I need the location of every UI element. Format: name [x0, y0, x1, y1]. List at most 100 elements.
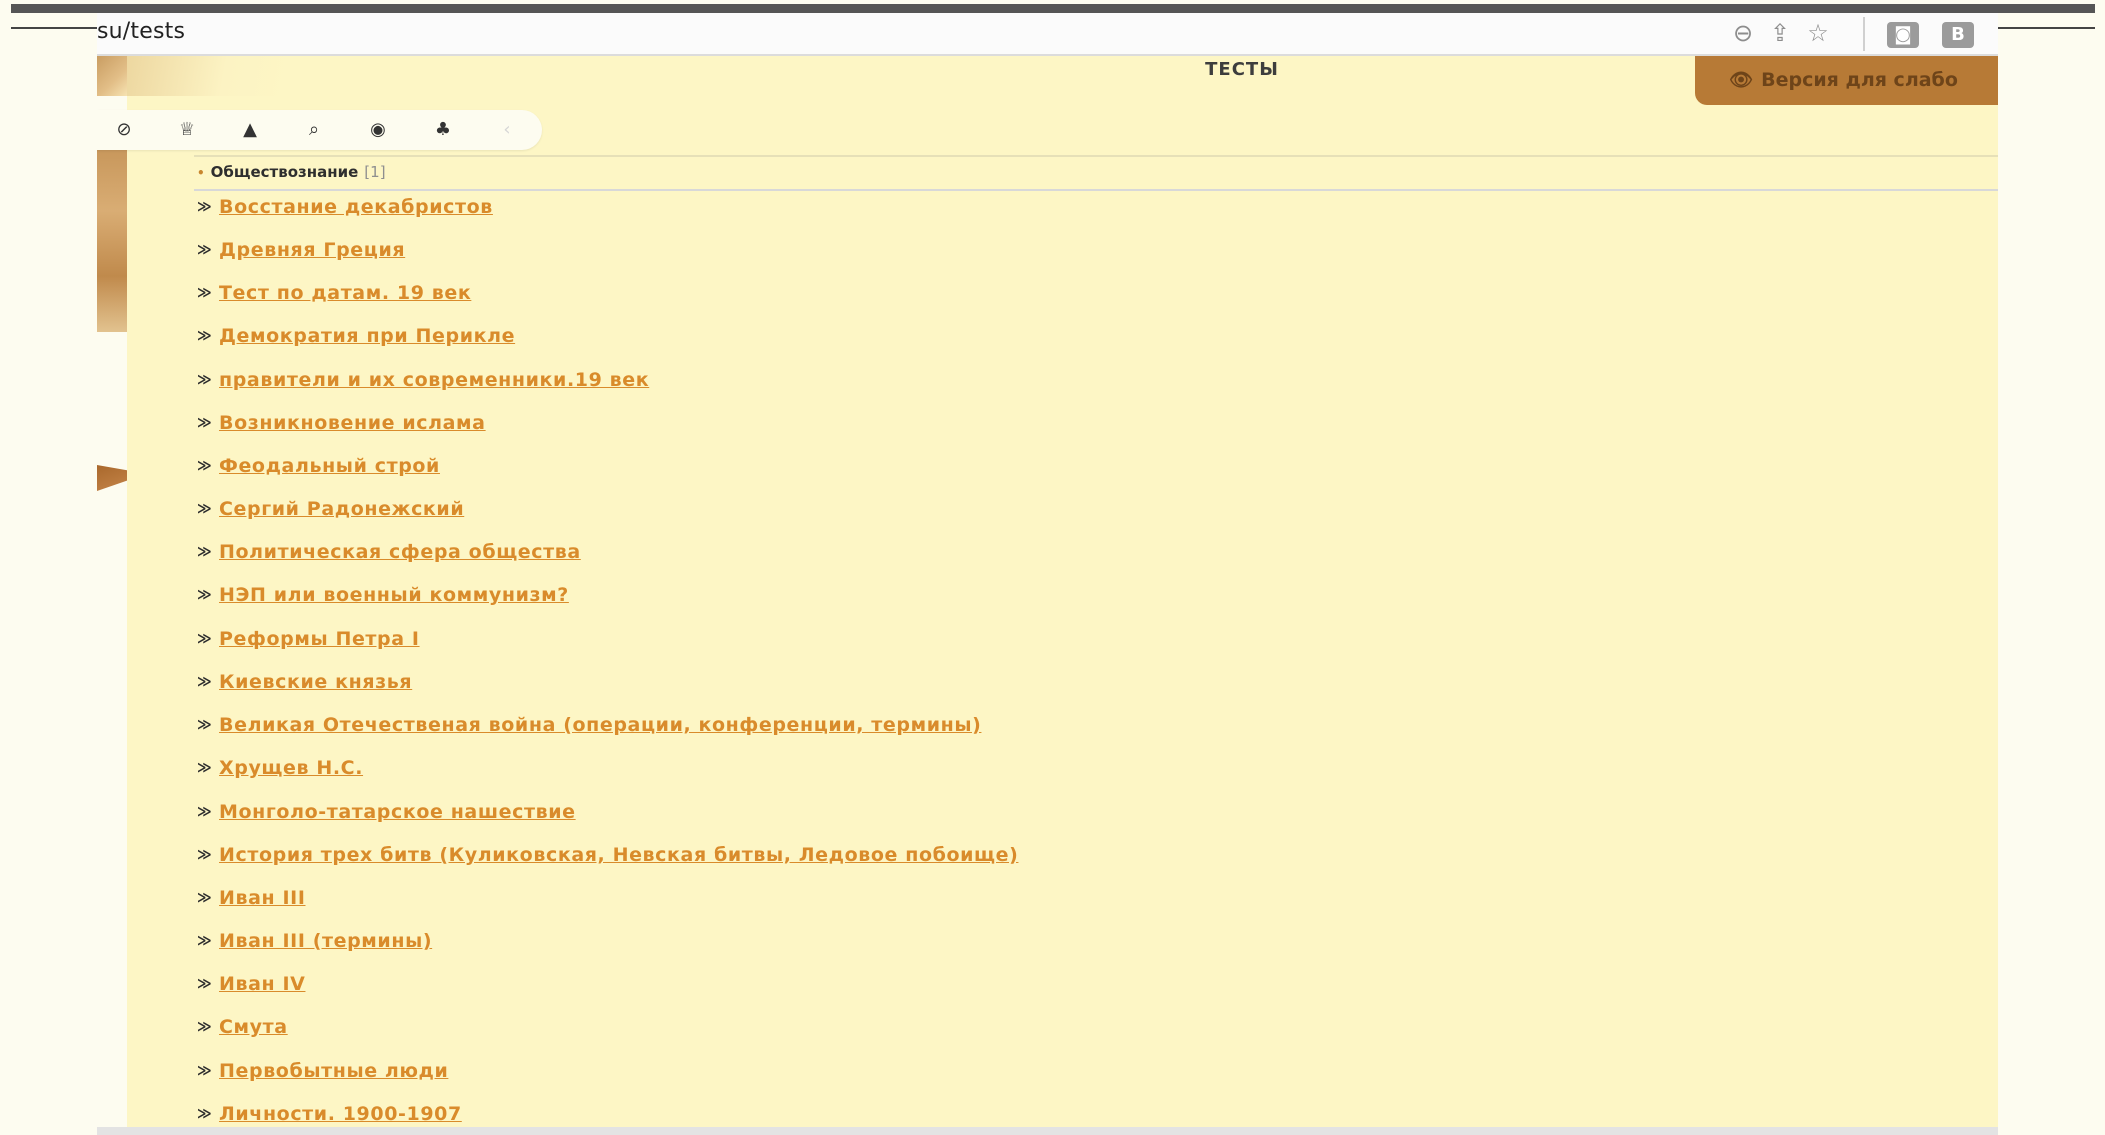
decorative-parchment-top [97, 56, 127, 96]
test-link[interactable]: Политическая сфера общества [219, 541, 581, 563]
list-item: ≫ Возникновение ислама [197, 412, 486, 442]
double-arrow-icon: ≫ [197, 285, 212, 301]
list-item: ≫ Смута [197, 1016, 288, 1046]
list-item: ≫ Сергий Радонежский [197, 498, 464, 528]
double-arrow-icon: ≫ [197, 242, 212, 258]
test-link[interactable]: Демократия при Перикле [219, 325, 515, 347]
site-toolbar: ⊘ ♕ ▲ ⌕ ◉ ♣ ‹ [97, 110, 542, 150]
double-arrow-icon: ≫ [197, 717, 212, 733]
address-bar-separator [1863, 17, 1865, 51]
test-link[interactable]: правители и их современники.19 век [219, 369, 649, 391]
test-link[interactable]: Древняя Греция [219, 239, 405, 261]
double-arrow-icon: ≫ [197, 199, 212, 215]
test-link[interactable]: Личности. 1900-1907 [219, 1103, 462, 1125]
low-vision-label: Версия для слабо [1761, 69, 1958, 91]
low-vision-version-button[interactable]: 👁 Версия для слабо [1695, 56, 1998, 105]
category-label: Обществознание [210, 163, 359, 181]
double-arrow-icon: ≫ [197, 1063, 212, 1079]
address-bar[interactable]: su/tests ⊖ ⇪ ☆ ◙ B [97, 13, 1998, 56]
double-arrow-icon: ≫ [197, 328, 212, 344]
double-arrow-icon: ≫ [197, 933, 212, 949]
test-link[interactable]: Иван III (термины) [219, 930, 432, 952]
eye-icon[interactable]: ◉ [365, 117, 391, 143]
list-item: ≫ Киевские князья [197, 671, 412, 701]
list-item: ≫ Реформы Петра I [197, 628, 420, 658]
browser-screenshot: su/tests ⊖ ⇪ ☆ ◙ B ТЕСТЫ 👁 Версия для сла… [97, 13, 1998, 1135]
header-divider [194, 155, 1998, 157]
list-item: ≫ Политическая сфера общества [197, 541, 581, 571]
double-arrow-icon: ≫ [197, 1106, 212, 1122]
test-link[interactable]: Сергий Радонежский [219, 498, 464, 520]
decorative-parchment-fade [127, 56, 287, 96]
list-item: ≫ Иван III [197, 887, 306, 917]
test-link[interactable]: Иван III [219, 887, 306, 909]
arrow-icon[interactable]: ‹ [494, 117, 520, 143]
test-link[interactable]: Смута [219, 1016, 288, 1038]
double-arrow-icon: ≫ [197, 372, 212, 388]
url-text[interactable]: su/tests [97, 19, 185, 44]
list-item: ≫ Восстание декабристов [197, 196, 493, 226]
list-item: ≫ Демократия при Перикле [197, 325, 515, 355]
bottom-scrollbar[interactable] [97, 1127, 1998, 1135]
list-item: ≫ Тест по датам. 19 век [197, 282, 471, 312]
double-arrow-icon: ≫ [197, 458, 212, 474]
camera-extension-icon[interactable]: ◙ [1887, 22, 1919, 48]
double-arrow-icon: ≫ [197, 544, 212, 560]
list-item: ≫ Феодальный строй [197, 455, 440, 485]
slide-top-rule [11, 4, 2095, 13]
page-content: ТЕСТЫ 👁 Версия для слабо ⊘ ♕ ▲ ⌕ ◉ ♣ ‹ • О… [97, 56, 1998, 1135]
double-arrow-icon: ≫ [197, 587, 212, 603]
list-item: ≫ Великая Отечественая война (операции, к… [197, 714, 981, 744]
search-icon[interactable]: ⌕ [301, 117, 327, 143]
category-heading[interactable]: • Обществознание [1] [197, 163, 386, 181]
test-link[interactable]: Тест по датам. 19 век [219, 282, 471, 304]
category-count: [1] [364, 163, 386, 181]
double-arrow-icon: ≫ [197, 501, 212, 517]
test-link[interactable]: Монголо-татарское нашествие [219, 801, 576, 823]
category-divider [194, 189, 1998, 191]
list-item: ≫ правители и их современники.19 век [197, 369, 649, 399]
double-arrow-icon: ≫ [197, 415, 212, 431]
double-arrow-icon: ≫ [197, 804, 212, 820]
test-link[interactable]: Киевские князья [219, 671, 412, 693]
eye-icon: 👁 [1729, 69, 1754, 91]
star-icon[interactable]: ☆ [1804, 19, 1832, 47]
double-arrow-icon: ≫ [197, 674, 212, 690]
test-link[interactable]: Хрущев Н.С. [219, 757, 363, 779]
url-partial: su/tests [97, 19, 186, 44]
bell-icon[interactable]: ▲ [237, 117, 263, 143]
list-item: ≫ НЭП или военный коммунизм? [197, 584, 569, 614]
list-item: ≫ Иван IV [197, 973, 305, 1003]
list-item: ≫ Древняя Греция [197, 239, 405, 269]
test-link[interactable]: Восстание декабристов [219, 196, 493, 218]
test-link[interactable]: Возникновение ислама [219, 412, 486, 434]
list-item: ≫ Иван III (термины) [197, 930, 432, 960]
zoom-out-icon[interactable]: ⊖ [1729, 19, 1757, 47]
test-link[interactable]: История трех битв (Куликовская, Невская … [219, 844, 1018, 866]
slide-right-rule [1998, 27, 2095, 29]
test-link[interactable]: Реформы Петра I [219, 628, 420, 650]
list-item: ≫ Монголо-татарское нашествие [197, 801, 576, 831]
page-title: ТЕСТЫ [1205, 59, 1279, 80]
list-item: ≫ Хрущев Н.С. [197, 757, 363, 787]
list-item: ≫ Первобытные люди [197, 1060, 448, 1090]
category-bullet-icon: • [197, 166, 205, 180]
slide-left-rule [11, 27, 97, 29]
test-link[interactable]: Первобытные люди [219, 1060, 448, 1082]
block-icon[interactable]: ⊘ [111, 117, 137, 143]
test-link[interactable]: Великая Отечественая война (операции, ко… [219, 714, 981, 736]
test-link[interactable]: Феодальный строй [219, 455, 440, 477]
test-link[interactable]: НЭП или военный коммунизм? [219, 584, 569, 606]
b-extension-icon[interactable]: B [1942, 22, 1974, 48]
double-arrow-icon: ≫ [197, 847, 212, 863]
double-arrow-icon: ≫ [197, 760, 212, 776]
test-link[interactable]: Иван IV [219, 973, 305, 995]
puzzle-icon[interactable]: ♣ [430, 117, 456, 143]
double-arrow-icon: ≫ [197, 631, 212, 647]
share-icon[interactable]: ⇪ [1766, 19, 1794, 47]
double-arrow-icon: ≫ [197, 890, 212, 906]
double-arrow-icon: ≫ [197, 976, 212, 992]
cup-icon[interactable]: ♕ [174, 117, 200, 143]
double-arrow-icon: ≫ [197, 1019, 212, 1035]
list-item: ≫ История трех битв (Куликовская, Невская… [197, 844, 1018, 874]
